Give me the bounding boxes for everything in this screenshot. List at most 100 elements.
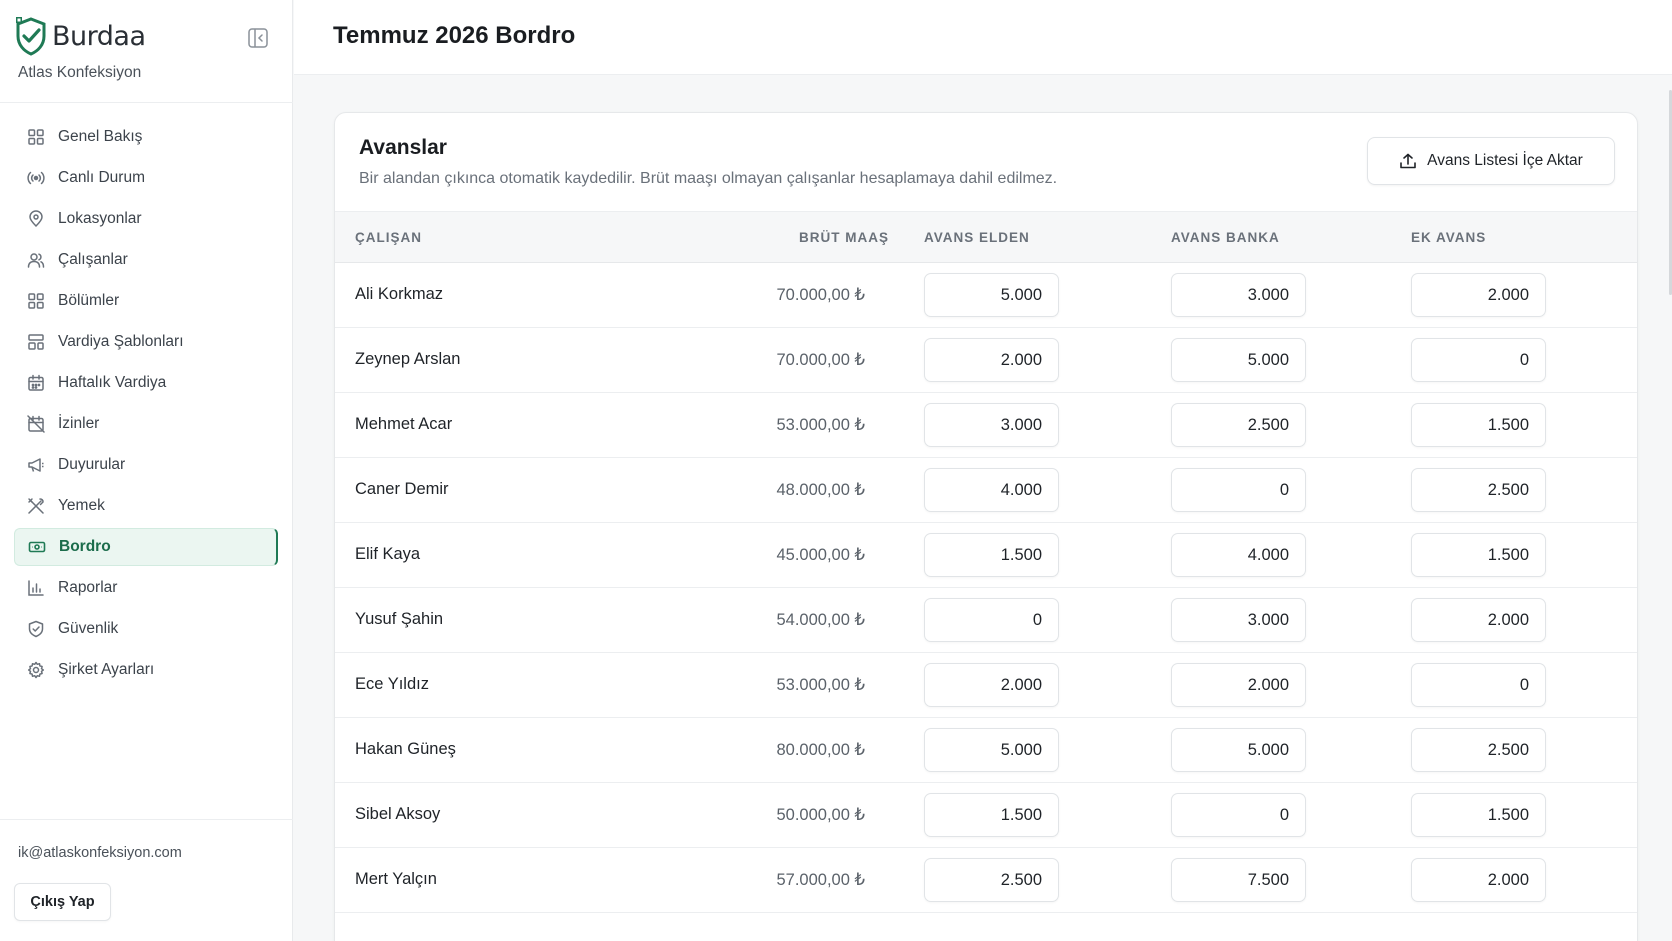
sidebar-item-guvenlik[interactable]: Güvenlik (14, 610, 278, 648)
sidebar-item-genel-bakis[interactable]: Genel Bakış (14, 118, 278, 156)
grid-icon (26, 291, 46, 311)
card-description: Bir alandan çıkınca otomatik kaydedilir.… (359, 170, 1058, 187)
advance-bank-input[interactable] (1171, 338, 1306, 382)
sidebar-item-label: Yemek (58, 497, 105, 514)
sidebar-item-label: Şirket Ayarları (58, 661, 155, 678)
employee-name: Zeynep Arslan (355, 350, 461, 368)
gross-salary: 48.000,00 ₺ (776, 481, 866, 499)
table-row: Ali Korkmaz 70.000,00 ₺ (335, 263, 1637, 328)
sidebar-item-label: Haftalık Vardiya (58, 374, 167, 391)
advance-cash-input[interactable] (924, 598, 1059, 642)
employee-name: Mert Yalçın (355, 870, 437, 888)
advance-cash-input[interactable] (924, 728, 1059, 772)
sidebar-item-sirket-ayarlari[interactable]: Şirket Ayarları (14, 651, 278, 689)
advance-cash-input[interactable] (924, 403, 1059, 447)
advance-cash-input[interactable] (924, 338, 1059, 382)
employee-name: Ece Yıldız (355, 675, 429, 693)
advance-bank-input[interactable] (1171, 663, 1306, 707)
sidebar-item-yemek[interactable]: Yemek (14, 487, 278, 525)
upload-icon (1400, 153, 1416, 169)
table-row: Elif Kaya 45.000,00 ₺ (335, 523, 1637, 588)
advance-bank-input[interactable] (1171, 858, 1306, 902)
sidebar-item-label: Güvenlik (58, 620, 119, 637)
table-row: Mert Yalçın 57.000,00 ₺ (335, 848, 1637, 913)
sidebar-item-bordro[interactable]: Bordro (14, 528, 278, 566)
sidebar-item-label: Bölümler (58, 292, 120, 309)
employee-name: Mehmet Acar (355, 415, 453, 433)
card-title: Avanslar (359, 136, 447, 159)
advance-cash-input[interactable] (924, 858, 1059, 902)
table-row: Ece Yıldız 53.000,00 ₺ (335, 653, 1637, 718)
import-advance-list-button[interactable]: Avans Listesi İçe Aktar (1367, 137, 1615, 185)
banknote-icon (27, 537, 47, 557)
calendar-icon (26, 373, 46, 393)
advance-bank-input[interactable] (1171, 793, 1306, 837)
gross-salary: 70.000,00 ₺ (776, 286, 866, 304)
sidebar-item-bolumler[interactable]: Bölümler (14, 282, 278, 320)
column-extra-advance: EK AVANS (1411, 230, 1487, 245)
column-advance-cash: AVANS ELDEN (924, 230, 1030, 245)
advance-bank-input[interactable] (1171, 533, 1306, 577)
advance-cash-input[interactable] (924, 663, 1059, 707)
sidebar-item-raporlar[interactable]: Raporlar (14, 569, 278, 607)
extra-advance-input[interactable] (1411, 338, 1546, 382)
table-row: Hakan Güneş 80.000,00 ₺ (335, 718, 1637, 783)
gross-salary: 57.000,00 ₺ (776, 871, 866, 889)
extra-advance-input[interactable] (1411, 533, 1546, 577)
advance-cash-input[interactable] (924, 468, 1059, 512)
sidebar-item-label: Duyurular (58, 456, 126, 473)
advance-bank-input[interactable] (1171, 468, 1306, 512)
extra-advance-input[interactable] (1411, 598, 1546, 642)
sidebar-item-haftalik-vardiya[interactable]: Haftalık Vardiya (14, 364, 278, 402)
advance-bank-input[interactable] (1171, 598, 1306, 642)
sidebar-item-vardiya-sablonlari[interactable]: Vardiya Şablonları (14, 323, 278, 361)
advance-bank-input[interactable] (1171, 273, 1306, 317)
table-row: Caner Demir 48.000,00 ₺ (335, 458, 1637, 523)
shield-check-icon (26, 619, 46, 639)
sidebar-item-calisanlar[interactable]: Çalışanlar (14, 241, 278, 279)
employee-name: Ali Korkmaz (355, 285, 444, 303)
company-name: Atlas Konfeksiyon (18, 64, 142, 81)
extra-advance-input[interactable] (1411, 728, 1546, 772)
table-row: Zeynep Arslan 70.000,00 ₺ (335, 328, 1637, 393)
extra-advance-input[interactable] (1411, 468, 1546, 512)
employee-name: Yusuf Şahin (355, 610, 444, 628)
grid-icon (26, 127, 46, 147)
sidebar-item-lokasyonlar[interactable]: Lokasyonlar (14, 200, 278, 238)
extra-advance-input[interactable] (1411, 858, 1546, 902)
advance-bank-input[interactable] (1171, 728, 1306, 772)
table-row: Sibel Aksoy 50.000,00 ₺ (335, 783, 1637, 848)
extra-advance-input[interactable] (1411, 793, 1546, 837)
advance-cash-input[interactable] (924, 533, 1059, 577)
advance-bank-input[interactable] (1171, 403, 1306, 447)
sidebar-item-canli-durum[interactable]: Canlı Durum (14, 159, 278, 197)
page-title: Temmuz 2026 Bordro (333, 22, 576, 49)
utensils-icon (26, 496, 46, 516)
extra-advance-input[interactable] (1411, 403, 1546, 447)
table-header: ÇALIŞAN BRÜT MAAŞ AVANS ELDEN AVANS BANK… (335, 211, 1637, 263)
sidebar-item-label: Canlı Durum (58, 169, 145, 186)
extra-advance-input[interactable] (1411, 663, 1546, 707)
extra-advance-input[interactable] (1411, 273, 1546, 317)
sidebar-divider (0, 102, 293, 103)
advance-cash-input[interactable] (924, 273, 1059, 317)
import-button-label: Avans Listesi İçe Aktar (1427, 152, 1583, 169)
gross-salary: 54.000,00 ₺ (776, 611, 866, 629)
advance-cash-input[interactable] (924, 793, 1059, 837)
sidebar-item-label: İzinler (58, 415, 100, 432)
table-row: Yusuf Şahin 54.000,00 ₺ (335, 588, 1637, 653)
user-email: ik@atlaskonfeksiyon.com (18, 845, 182, 861)
advances-table-body: Ali Korkmaz 70.000,00 ₺ Zeynep Arslan 70… (335, 263, 1637, 913)
template-icon (26, 332, 46, 352)
sidebar-item-label: Genel Bakış (58, 128, 143, 145)
sidebar-nav: Genel Bakış Canlı Durum Lokasyonlar Çalı… (14, 118, 278, 692)
employee-name: Caner Demir (355, 480, 449, 498)
logout-button[interactable]: Çıkış Yap (14, 883, 111, 921)
sidebar-item-duyurular[interactable]: Duyurular (14, 446, 278, 484)
sidebar-item-izinler[interactable]: İzinler (14, 405, 278, 443)
logo[interactable]: Burdaa (14, 16, 274, 56)
top-header: Temmuz 2026 Bordro (294, 0, 1672, 75)
gross-salary: 80.000,00 ₺ (776, 741, 866, 759)
sidebar-item-label: Lokasyonlar (58, 210, 142, 227)
sidebar-collapse-button[interactable] (246, 26, 270, 50)
